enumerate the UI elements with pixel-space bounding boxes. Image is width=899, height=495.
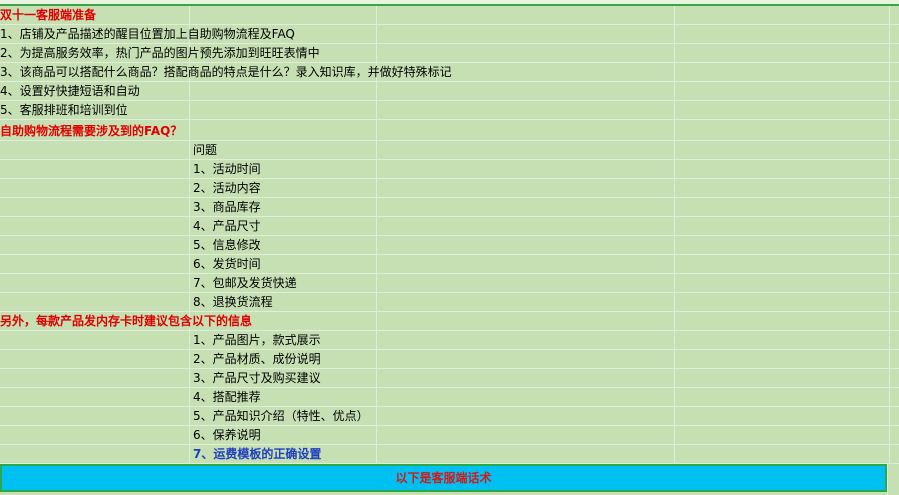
table-row[interactable]: 7、包邮及发货快递 <box>0 274 899 293</box>
list-item: 3、产品尺寸及购买建议 <box>193 371 321 385</box>
section-title: 另外，每款产品发内存卡时建议包含以下的信息 <box>0 314 253 328</box>
table-row[interactable]: 5、信息修改 <box>0 236 899 255</box>
list-item: 6、发货时间 <box>193 257 261 271</box>
table-row[interactable]: 1、产品图片，款式展示 <box>0 331 899 350</box>
list-item: 4、搭配推荐 <box>193 390 261 404</box>
table-row[interactable]: 5、产品知识介绍（特性、优点） <box>0 407 899 426</box>
list-item: 5、信息修改 <box>193 238 261 252</box>
table-row[interactable]: 8、退换货流程 <box>0 293 899 312</box>
column-header: 问题 <box>193 143 218 157</box>
list-item: 8、退换货流程 <box>193 295 273 309</box>
table-row[interactable]: 2、为提高服务效率，热门产品的图片预先添加到旺旺表情中 <box>0 44 899 63</box>
table-row[interactable]: 1、店铺及产品描述的醒目位置加上自助购物流程及FAQ <box>0 25 899 44</box>
table-row[interactable]: 另外，每款产品发内存卡时建议包含以下的信息 <box>0 312 899 331</box>
section-title: 双十一客服端准备 <box>0 8 97 22</box>
table-row[interactable]: 6、保养说明 <box>0 426 899 445</box>
spreadsheet-grid: 双十一客服端准备 1、店铺及产品描述的醒目位置加上自助购物流程及FAQ 2、为提… <box>0 0 899 495</box>
adjacent-cell[interactable] <box>887 464 899 495</box>
table-row[interactable]: 1、活动时间 <box>0 160 899 179</box>
list-item: 2、活动内容 <box>193 181 261 195</box>
list-item-highlight: 7、运费模板的正确设置 <box>193 447 322 461</box>
table-row[interactable]: 3、该商品可以搭配什么商品？搭配商品的特点是什么？录入知识库，并做好特殊标记 <box>0 63 899 82</box>
list-item: 5、产品知识介绍（特性、优点） <box>193 409 369 423</box>
list-item: 1、活动时间 <box>193 162 261 176</box>
list-item: 7、包邮及发货快递 <box>193 276 297 290</box>
table-row[interactable]: 2、产品材质、成份说明 <box>0 350 899 369</box>
list-item: 3、该商品可以搭配什么商品？搭配商品的特点是什么？录入知识库，并做好特殊标记 <box>0 65 452 79</box>
list-item: 4、设置好快捷短语和自动 <box>0 84 140 98</box>
table-row[interactable]: 6、发货时间 <box>0 255 899 274</box>
table-row[interactable]: 4、产品尺寸 <box>0 217 899 236</box>
banner-label: 以下是客服端话术 <box>395 471 492 485</box>
list-item: 1、店铺及产品描述的醒目位置加上自助购物流程及FAQ <box>0 27 295 41</box>
list-item: 1、产品图片，款式展示 <box>193 333 321 347</box>
table-row[interactable]: 4、设置好快捷短语和自动 <box>0 82 899 101</box>
list-item: 3、商品库存 <box>193 200 261 214</box>
table-row[interactable]: 3、产品尺寸及购买建议 <box>0 369 899 388</box>
table-row[interactable]: 问题 <box>0 141 899 160</box>
table-row[interactable]: 5、客服排班和培训到位 <box>0 101 899 120</box>
list-item: 4、产品尺寸 <box>193 219 261 233</box>
section-title: 自助购物流程需要涉及到的FAQ？ <box>0 124 183 138</box>
table-row[interactable]: 3、商品库存 <box>0 198 899 217</box>
list-item: 2、为提高服务效率，热门产品的图片预先添加到旺旺表情中 <box>0 46 320 60</box>
list-item: 2、产品材质、成份说明 <box>193 352 321 366</box>
list-item: 5、客服排班和培训到位 <box>0 103 128 117</box>
list-item: 6、保养说明 <box>193 428 261 442</box>
table-row[interactable]: 2、活动内容 <box>0 179 899 198</box>
table-row[interactable]: 4、搭配推荐 <box>0 388 899 407</box>
section-banner[interactable]: 以下是客服端话术 <box>0 464 887 492</box>
table-row[interactable]: 双十一客服端准备 <box>0 6 899 25</box>
table-row[interactable]: 7、运费模板的正确设置 <box>0 445 899 464</box>
table-row[interactable]: 自助购物流程需要涉及到的FAQ？ <box>0 122 899 141</box>
